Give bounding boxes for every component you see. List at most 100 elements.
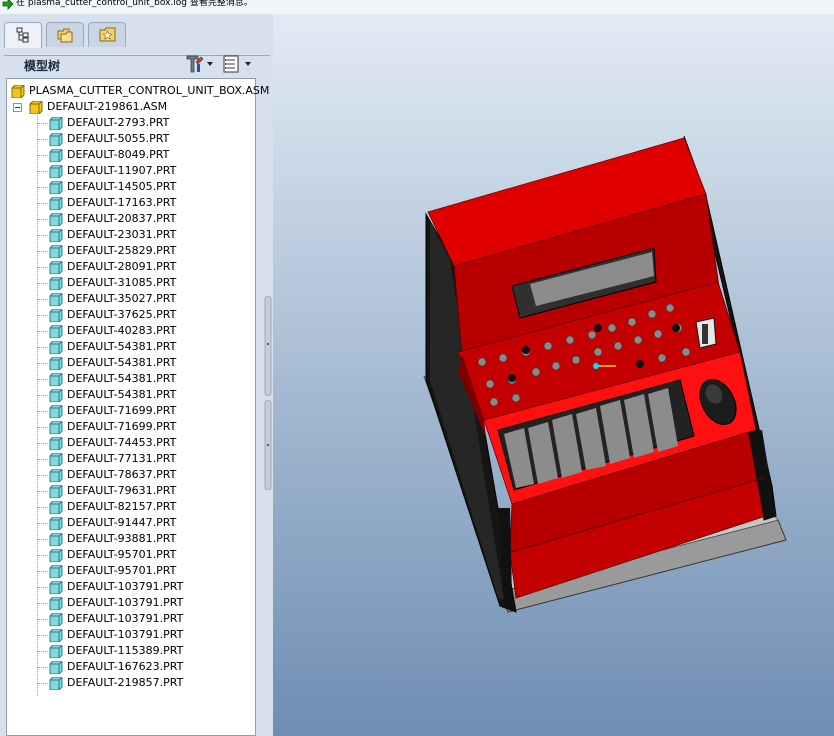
part-icon — [49, 597, 63, 610]
tree-part-label: DEFAULT-17163.PRT — [67, 196, 177, 209]
navigator-pane: 模型树 PLASMA_CUTTER_CONTROL_UNIT_BOX.ASM D… — [0, 14, 273, 736]
tree-subassembly-label: DEFAULT-219861.ASM — [47, 100, 168, 113]
tree-guide-branch — [38, 139, 48, 140]
part-icon — [49, 245, 63, 258]
part-icon — [49, 165, 63, 178]
pane-splitter-lower[interactable] — [264, 400, 272, 490]
part-icon — [49, 389, 63, 402]
part-icon — [49, 293, 63, 306]
settings-button[interactable] — [184, 54, 216, 74]
tree-part-label: DEFAULT-54381.PRT — [67, 372, 177, 385]
tree-part-label: DEFAULT-2793.PRT — [67, 116, 170, 129]
tree-guide-branch — [38, 251, 48, 252]
tree-guide-branch — [38, 523, 48, 524]
tree-part-label: DEFAULT-219857.PRT — [67, 676, 184, 689]
tree-guide-branch — [38, 491, 48, 492]
tree-guide-branch — [38, 395, 48, 396]
tree-guide-branch — [38, 667, 48, 668]
part-icon — [49, 213, 63, 226]
part-icon — [49, 533, 63, 546]
tree-guide-branch — [38, 603, 48, 604]
tree-part-label: DEFAULT-103791.PRT — [67, 596, 184, 609]
settings-tools-icon — [186, 55, 213, 73]
tree-part-label: DEFAULT-8049.PRT — [67, 148, 170, 161]
graphics-viewport[interactable] — [273, 14, 834, 736]
part-icon — [49, 485, 63, 498]
tree-guide-branch — [38, 283, 48, 284]
part-icon — [49, 373, 63, 386]
plasma-cutter-box-model[interactable] — [273, 14, 834, 736]
tree-guide-branch — [38, 331, 48, 332]
tree-guide-branch — [38, 123, 48, 124]
message-arrow-icon — [2, 0, 14, 10]
model-tree-icon — [16, 27, 29, 43]
tree-part-label: DEFAULT-28091.PRT — [67, 260, 177, 273]
model-tree-tab[interactable] — [4, 22, 42, 48]
part-icon — [49, 341, 63, 354]
assembly-icon — [29, 101, 43, 114]
tree-guide-branch — [38, 587, 48, 588]
tree-part-label: DEFAULT-40283.PRT — [67, 324, 177, 337]
show-menu-button[interactable] — [222, 54, 256, 74]
model-tree-header: 模型树 — [4, 50, 264, 78]
tree-guide-line — [37, 112, 38, 696]
part-icon — [49, 645, 63, 658]
part-icon — [49, 229, 63, 242]
tree-guide-branch — [38, 299, 48, 300]
show-menu-icon — [223, 55, 251, 73]
tree-part-label: DEFAULT-31085.PRT — [67, 276, 177, 289]
tree-guide-branch — [38, 443, 48, 444]
tree-part-label: DEFAULT-14505.PRT — [67, 180, 177, 193]
tree-guide-branch — [38, 507, 48, 508]
tree-guide-branch — [38, 651, 48, 652]
collapse-icon[interactable] — [13, 103, 22, 112]
part-icon — [49, 437, 63, 450]
tree-part-label: DEFAULT-115389.PRT — [67, 644, 184, 657]
model-tree-title: 模型树 — [24, 59, 61, 73]
tree-part-label: DEFAULT-95701.PRT — [67, 548, 177, 561]
tree-part-label: DEFAULT-78637.PRT — [67, 468, 177, 481]
tree-guide-branch — [38, 379, 48, 380]
part-icon — [49, 565, 63, 578]
tree-part-label: DEFAULT-103791.PRT — [67, 580, 184, 593]
tree-guide-branch — [38, 619, 48, 620]
part-icon — [49, 357, 63, 370]
tree-part-label: DEFAULT-91447.PRT — [67, 516, 177, 529]
tree-part-label: DEFAULT-23031.PRT — [67, 228, 177, 241]
tree-guide-branch — [38, 635, 48, 636]
part-icon — [49, 197, 63, 210]
model-tree: PLASMA_CUTTER_CONTROL_UNIT_BOX.ASM DEFAU… — [6, 78, 269, 736]
tree-part-label: DEFAULT-82157.PRT — [67, 500, 177, 513]
tree-guide-branch — [38, 459, 48, 460]
part-icon — [49, 261, 63, 274]
tree-part-label: DEFAULT-5055.PRT — [67, 132, 170, 145]
tree-guide-branch — [38, 219, 48, 220]
tree-guide-branch — [38, 363, 48, 364]
tree-guide-branch — [38, 347, 48, 348]
part-icon — [49, 549, 63, 562]
tree-guide-branch — [38, 427, 48, 428]
part-icon — [49, 133, 63, 146]
part-icon — [49, 421, 63, 434]
tree-part-label: DEFAULT-54381.PRT — [67, 340, 177, 353]
folder-browser-tab[interactable] — [46, 22, 84, 47]
tree-part-label: DEFAULT-25829.PRT — [67, 244, 177, 257]
part-icon — [49, 469, 63, 482]
tree-part-label: DEFAULT-93881.PRT — [67, 532, 177, 545]
pane-splitter-upper[interactable] — [264, 296, 272, 396]
part-icon — [49, 501, 63, 514]
favorites-icon — [99, 27, 116, 42]
message-bar: 在 plasma_cutter_control_unit_box.log 查看完… — [0, 0, 834, 14]
tree-part-label: DEFAULT-103791.PRT — [67, 612, 184, 625]
favorites-tab[interactable] — [88, 22, 126, 47]
message-text: 在 plasma_cutter_control_unit_box.log 查看完… — [16, 0, 253, 8]
part-icon — [49, 277, 63, 290]
tree-part-label: DEFAULT-71699.PRT — [67, 404, 177, 417]
tree-part-label: DEFAULT-11907.PRT — [67, 164, 177, 177]
part-icon — [49, 517, 63, 530]
part-icon — [49, 677, 63, 690]
tree-part-label: DEFAULT-71699.PRT — [67, 420, 177, 433]
part-icon — [49, 149, 63, 162]
tree-part-label: DEFAULT-95701.PRT — [67, 564, 177, 577]
part-icon — [49, 405, 63, 418]
